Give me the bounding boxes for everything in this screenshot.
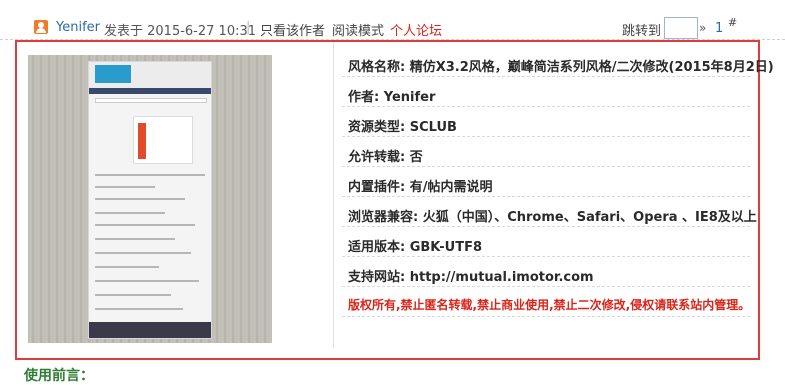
preview-header	[89, 62, 211, 88]
author-detail: 作者: Yenifer	[348, 90, 436, 105]
preview-search	[95, 98, 207, 103]
preview-line	[95, 174, 205, 176]
preview-banner	[133, 116, 193, 164]
applicable-version: 适用版本: GBK-UTF8	[348, 240, 482, 255]
usage-title: 使用前言：	[24, 368, 94, 384]
preview-line	[95, 294, 171, 296]
preview-line	[95, 224, 195, 226]
preview-page	[88, 61, 212, 339]
preview-line	[95, 238, 175, 240]
jump-to-label: 跳转到	[622, 24, 662, 39]
floor-number[interactable]: 1	[715, 21, 723, 36]
floor-sign: #	[728, 16, 738, 29]
post-header: Yenifer 发表于 2015-6-27 10:31 | 只看该作者 阅读模式…	[0, 0, 785, 40]
preview-line	[95, 198, 185, 200]
user-avatar-icon[interactable]	[34, 20, 48, 34]
theme-preview-image[interactable]	[28, 55, 272, 343]
preview-line	[95, 308, 183, 310]
resource-type: 资源类型: SCLUB	[348, 120, 457, 135]
style-name: 风格名称: 精仿X3.2风格，巅峰简洁系列风格/二次修改(2015年8月2日)	[348, 60, 774, 75]
preview-nav	[89, 88, 211, 94]
copyright-notice: 版权所有,禁止匿名转载,禁止商业使用,禁止二次修改,侵权请联系站内管理。	[348, 298, 751, 312]
only-author-link[interactable]: 只看该作者	[260, 20, 325, 39]
jump-arrow-icon[interactable]: »	[699, 21, 706, 35]
browser-compat: 浏览器兼容: 火狐（中国）、Chrome、Safari、Opera 、IE8及以…	[348, 210, 757, 225]
separator: |	[246, 20, 251, 35]
preview-line	[95, 280, 199, 282]
post-time: 发表于 2015-6-27 10:31	[104, 24, 257, 39]
support-site: 支持网站: http://mutual.imotor.com	[348, 270, 594, 285]
read-mode-link[interactable]: 阅读模式	[332, 20, 384, 39]
preview-logo	[95, 65, 131, 83]
author-link[interactable]: Yenifer	[56, 20, 100, 35]
personal-forum-link[interactable]: 个人论坛	[390, 20, 442, 39]
preview-line	[95, 266, 159, 268]
builtin-plugins: 内置插件: 有/帖内需说明	[348, 180, 493, 195]
column-divider	[333, 42, 334, 348]
preview-footer	[89, 322, 211, 338]
allow-repost: 允许转载: 否	[348, 150, 423, 165]
jump-floor-input[interactable]	[664, 17, 698, 39]
preview-line	[95, 186, 155, 188]
preview-line	[95, 212, 165, 214]
preview-line	[95, 252, 191, 254]
